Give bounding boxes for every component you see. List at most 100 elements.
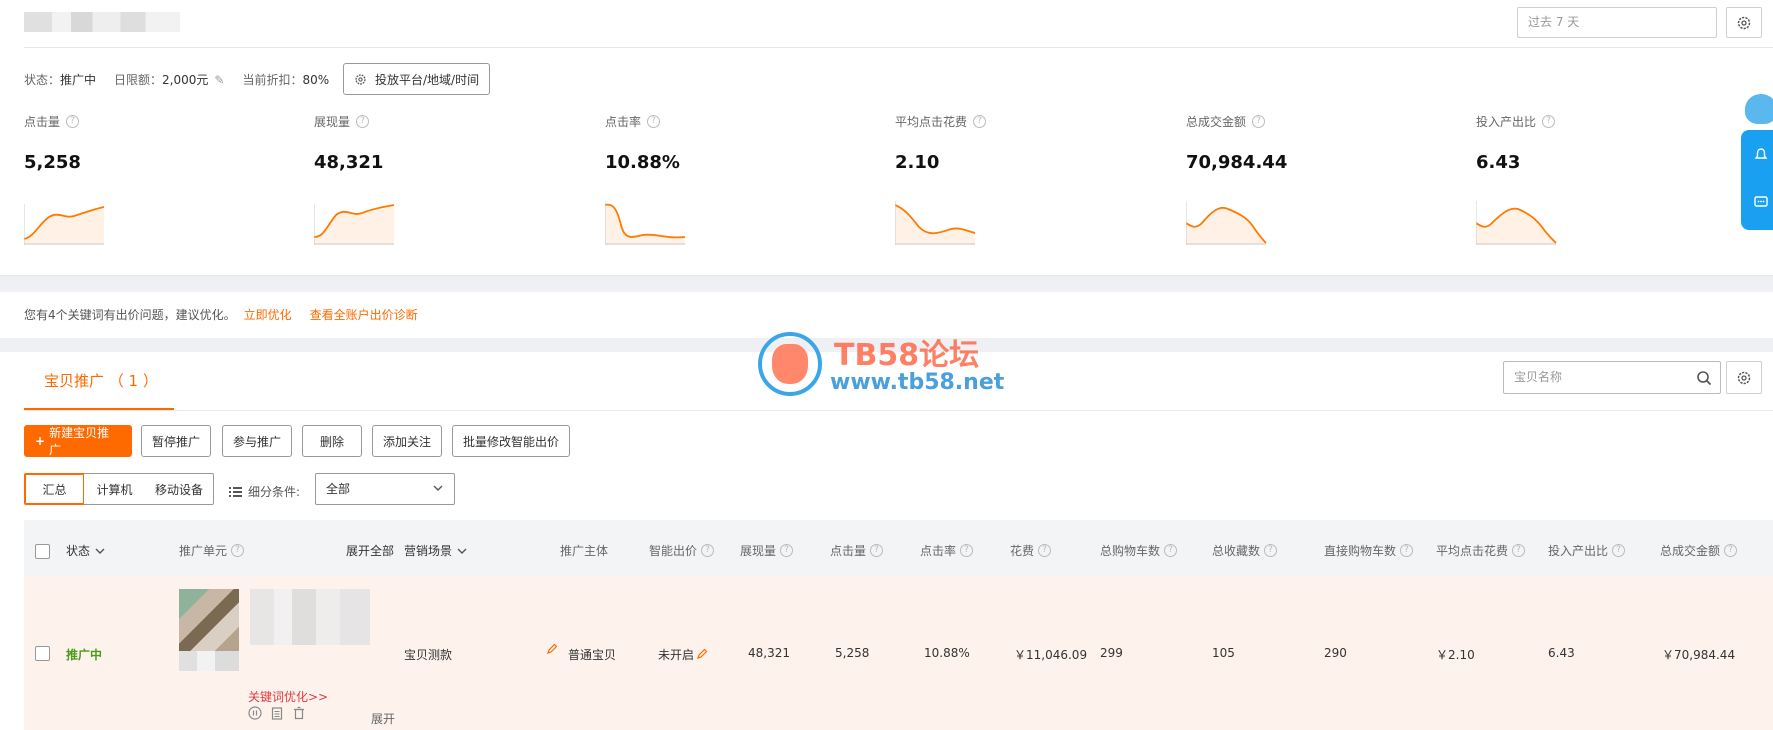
platform-region-time-button[interactable]: 投放平台/地域/时间 bbox=[343, 63, 491, 95]
col-fav-total: 总收藏数? bbox=[1212, 542, 1278, 559]
chat-icon[interactable] bbox=[1753, 194, 1769, 210]
metric-value: 2.10 bbox=[895, 152, 940, 173]
divider bbox=[24, 410, 1773, 411]
search-icon[interactable] bbox=[1696, 370, 1712, 386]
delete-button[interactable]: 删除 bbox=[302, 425, 362, 457]
col-status[interactable]: 状态 bbox=[66, 542, 106, 559]
sparkline bbox=[1186, 201, 1267, 245]
join-promotion-button[interactable]: 参与推广 bbox=[222, 425, 292, 457]
budget-label: 日限额： bbox=[114, 73, 163, 87]
header-label: 总成交金额 bbox=[1660, 544, 1721, 558]
edit-budget-icon[interactable]: ✎ bbox=[214, 73, 224, 87]
tab-item-promotion[interactable]: 宝贝推广 （ 1 ） bbox=[24, 352, 174, 410]
gear-icon bbox=[1737, 16, 1751, 29]
select-value: 全部 bbox=[326, 482, 351, 496]
row-gmv: ￥70,984.44 bbox=[1662, 648, 1736, 662]
optimize-now-link[interactable]: 立即优化 bbox=[244, 308, 292, 322]
item-name-blurred[interactable] bbox=[250, 589, 370, 645]
help-icon[interactable]: ? bbox=[231, 544, 245, 557]
pause-icon[interactable] bbox=[248, 706, 262, 720]
metric-label: 展现量 bbox=[314, 115, 351, 129]
expand-row-link[interactable]: 展开 bbox=[371, 710, 395, 727]
help-icon[interactable]: ? bbox=[1724, 544, 1738, 557]
help-icon[interactable]: ? bbox=[870, 544, 884, 557]
new-item-promotion-button[interactable]: + 新建宝贝推广 bbox=[24, 425, 132, 457]
segment-summary[interactable]: 汇总 bbox=[24, 473, 85, 505]
keyword-optimize-link[interactable]: 关键词优化>> bbox=[248, 688, 328, 705]
bid-tip-bar: 您有4个关键词有出价问题，建议优化。 立即优化 查看全账户出价诊断 bbox=[0, 292, 1773, 338]
table-row: 推广中 关键词优化>> 展开 宝贝测款 普通宝贝 未开启 48,321 5,25… bbox=[24, 576, 1773, 730]
button-label: 新建宝贝推广 bbox=[49, 426, 110, 457]
col-clicks: 点击量? bbox=[830, 542, 884, 559]
pause-promotion-button[interactable]: 暂停推广 bbox=[141, 425, 211, 457]
header-label: 推广单元 bbox=[179, 544, 228, 558]
help-icon[interactable]: ? bbox=[356, 115, 370, 128]
metric-impressions: 展现量? 48,321 bbox=[314, 113, 564, 245]
select-all-checkbox[interactable] bbox=[35, 544, 50, 559]
expand-all-link[interactable]: 展开全部 bbox=[346, 542, 394, 559]
help-icon[interactable]: ? bbox=[960, 544, 974, 557]
help-icon[interactable]: ? bbox=[701, 544, 715, 557]
help-icon[interactable]: ? bbox=[647, 115, 661, 128]
tip-text: 您有4个关键词有出价问题，建议优化。 立即优化 查看全账户出价诊断 bbox=[24, 306, 418, 323]
col-smart-bid: 智能出价? bbox=[649, 542, 715, 559]
header-label: 点击量 bbox=[830, 544, 867, 558]
help-icon[interactable]: ? bbox=[973, 115, 987, 128]
col-ctr: 点击率? bbox=[920, 542, 974, 559]
help-icon[interactable]: ? bbox=[1164, 544, 1178, 557]
date-range-input[interactable]: 过去 7 天 bbox=[1517, 7, 1717, 38]
filter-condition-select[interactable]: 全部 bbox=[315, 473, 455, 505]
col-scene[interactable]: 营销场景 bbox=[404, 542, 468, 559]
col-unit: 推广单元? bbox=[179, 542, 245, 559]
discount-label: 当前折扣： bbox=[242, 73, 303, 87]
help-icon[interactable]: ? bbox=[780, 544, 794, 557]
help-icon[interactable]: ? bbox=[1400, 544, 1414, 557]
row-checkbox[interactable] bbox=[35, 646, 50, 661]
row-scene: 宝贝测款 bbox=[404, 648, 453, 662]
discount-value: 80% bbox=[302, 73, 330, 87]
metric-label: 总成交金额 bbox=[1186, 115, 1247, 129]
header-label: 展现量 bbox=[740, 544, 777, 558]
row-roi: 6.43 bbox=[1548, 646, 1575, 660]
add-follow-button[interactable]: 添加关注 bbox=[372, 425, 442, 457]
clipboard-icon[interactable] bbox=[270, 706, 284, 720]
help-icon[interactable]: ? bbox=[1264, 544, 1278, 557]
status-row: 状态：推广中 日限额：2,000元 ✎ 当前折扣：80% bbox=[24, 71, 329, 88]
item-name-search-input[interactable]: 宝贝名称 bbox=[1503, 361, 1721, 394]
table-settings-button[interactable] bbox=[1726, 361, 1762, 394]
metric-value: 6.43 bbox=[1476, 152, 1521, 173]
segment-mobile[interactable]: 移动设备 bbox=[145, 473, 214, 505]
row-avg-cpc: ￥2.10 bbox=[1436, 648, 1475, 662]
segment-computer[interactable]: 计算机 bbox=[84, 473, 146, 505]
help-icon[interactable]: ? bbox=[1252, 115, 1266, 128]
sparkline bbox=[314, 204, 395, 245]
help-icon[interactable]: ? bbox=[66, 115, 80, 128]
bell-icon[interactable] bbox=[1753, 146, 1769, 162]
help-icon[interactable]: ? bbox=[1512, 544, 1526, 557]
batch-smart-bid-button[interactable]: 批量修改智能出价 bbox=[452, 425, 570, 457]
item-thumbnail[interactable] bbox=[179, 589, 239, 651]
help-icon[interactable]: ? bbox=[1612, 544, 1626, 557]
chevron-down-icon bbox=[95, 548, 105, 554]
tip-message: 您有4个关键词有出价问题，建议优化。 bbox=[24, 308, 236, 322]
settings-button[interactable] bbox=[1726, 7, 1762, 38]
row-cost: ￥11,046.09 bbox=[1014, 648, 1088, 662]
mascot-icon[interactable] bbox=[1745, 94, 1773, 124]
divider bbox=[24, 47, 1773, 48]
header-label: 推广主体 bbox=[560, 544, 609, 558]
metric-value: 48,321 bbox=[314, 152, 384, 173]
account-bid-diagnosis-link[interactable]: 查看全账户出价诊断 bbox=[310, 308, 418, 322]
help-icon[interactable]: ? bbox=[1038, 544, 1052, 557]
edit-pencil-icon[interactable] bbox=[696, 648, 708, 660]
row-smart-bid: 未开启 bbox=[658, 646, 708, 663]
trash-icon[interactable] bbox=[292, 706, 306, 720]
list-icon bbox=[229, 487, 242, 497]
smart-bid-value: 未开启 bbox=[658, 648, 695, 662]
gear-icon bbox=[1737, 371, 1751, 384]
metric-label: 投入产出比 bbox=[1476, 115, 1537, 129]
help-icon[interactable]: ? bbox=[1542, 115, 1556, 128]
metric-value: 5,258 bbox=[24, 152, 81, 173]
header-label: 营销场景 bbox=[404, 544, 453, 558]
row-impressions: 48,321 bbox=[748, 646, 790, 660]
edit-pencil-icon[interactable] bbox=[546, 643, 558, 655]
